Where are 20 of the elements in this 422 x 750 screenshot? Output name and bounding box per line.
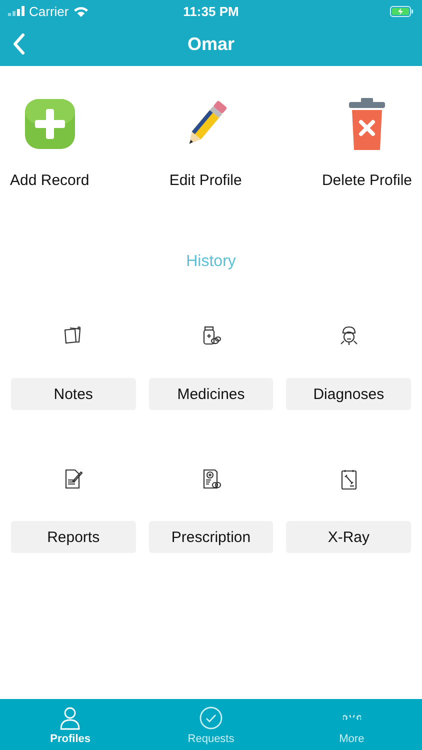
history-button[interactable]: X-Ray: [286, 521, 411, 553]
history-button[interactable]: Prescription: [148, 521, 274, 553]
action-button[interactable]: Delete Profile: [318, 96, 416, 189]
person-icon: [58, 706, 82, 730]
history-button[interactable]: Notes: [11, 378, 136, 410]
action-button[interactable]: Add Record: [6, 96, 94, 189]
section-heading: History: [185, 253, 237, 271]
nav-title: Omar: [187, 34, 235, 54]
history-button[interactable]: Medicines: [148, 378, 274, 410]
wifi-icon: [72, 6, 89, 16]
dots-icon: [342, 715, 361, 721]
chevron-left-icon: [12, 33, 26, 55]
history-button[interactable]: Reports: [11, 521, 136, 553]
status-time: 11:35 PM: [183, 4, 239, 18]
action-button[interactable]: Edit Profile: [165, 96, 246, 189]
checkmark-circle-icon: [199, 706, 223, 730]
battery-icon: [390, 6, 414, 16]
history-button[interactable]: Diagnoses: [286, 378, 411, 410]
carrier-name: Carrier: [29, 4, 69, 18]
signal-icon: [8, 6, 25, 16]
